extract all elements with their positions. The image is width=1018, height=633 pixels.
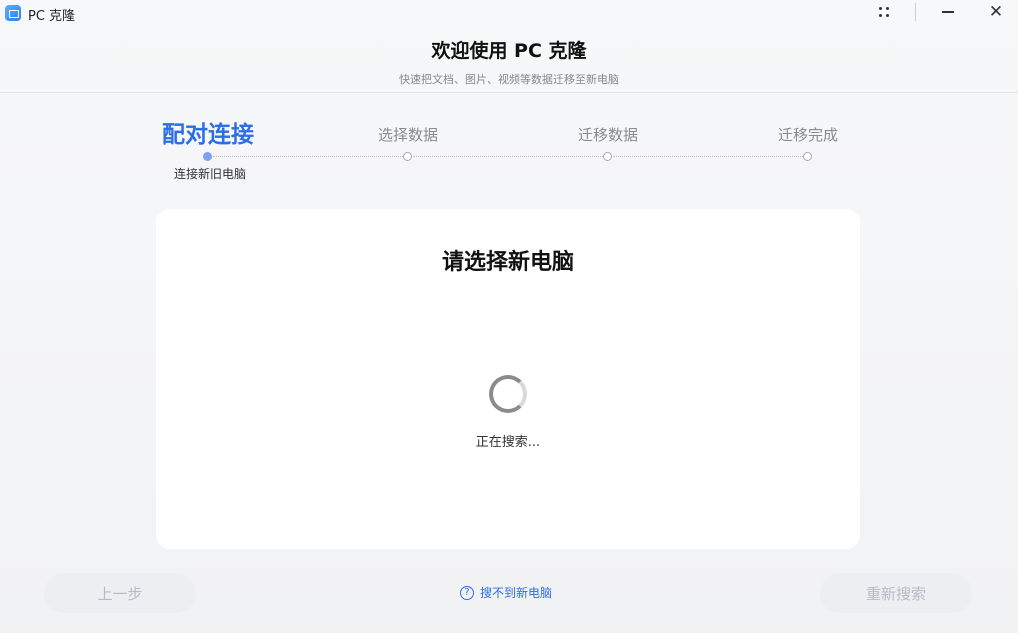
app-logo-icon — [5, 5, 21, 21]
step-migrate-data-label: 迁移数据 — [577, 126, 638, 144]
step-dot-active — [203, 152, 212, 161]
help-question-icon: ? — [460, 585, 474, 600]
step-connector — [213, 156, 403, 157]
search-status-text: 正在搜索... — [475, 435, 541, 450]
search-again-button[interactable]: 重新搜索 — [820, 573, 972, 613]
minimize-button[interactable] — [928, 0, 968, 24]
title-bar: PC 克隆 ✕ — [0, 0, 1018, 26]
step-select-data-label: 选择数据 — [377, 126, 438, 144]
step-connector — [413, 156, 603, 157]
step-pair-connect-label: 配对连接 — [162, 122, 254, 148]
card-title: 请选择新电脑 — [441, 250, 574, 275]
close-button[interactable]: ✕ — [976, 0, 1016, 24]
step-complete-label: 迁移完成 — [777, 126, 838, 144]
grid-dots-icon — [879, 7, 889, 17]
step-dot — [403, 152, 412, 161]
page-subtitle: 快速把文档、图片、视频等数据迁移至新电脑 — [399, 73, 619, 86]
page-title: 欢迎使用 PC 克隆 — [431, 40, 587, 62]
minimize-icon — [942, 11, 954, 13]
previous-step-button[interactable]: 上一步 — [44, 573, 196, 613]
help-link-label: 搜不到新电脑 — [480, 586, 553, 600]
step-connector — [613, 156, 803, 157]
step-dot — [603, 152, 612, 161]
step-dot — [803, 152, 812, 161]
more-options-button[interactable] — [864, 0, 904, 24]
loading-spinner-icon — [489, 375, 527, 413]
step-sublabel: 连接新旧电脑 — [173, 167, 246, 181]
close-icon: ✕ — [988, 2, 1004, 22]
device-search-card: 请选择新电脑 正在搜索... — [156, 209, 860, 549]
header-divider — [0, 92, 1018, 93]
titlebar-divider — [915, 3, 916, 21]
app-title: PC 克隆 — [28, 9, 76, 24]
cannot-find-new-pc-link[interactable]: ? 搜不到新电脑 — [460, 584, 552, 601]
